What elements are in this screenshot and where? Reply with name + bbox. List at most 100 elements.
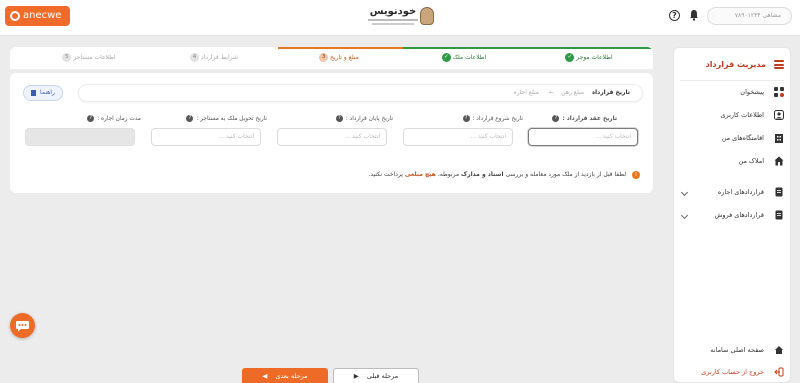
- previous-step-button[interactable]: مرحله قبلی ▶: [333, 368, 419, 383]
- sidebar-item-dashboard[interactable]: پیشخوان: [678, 84, 786, 100]
- chat-bubble-icon: [16, 321, 29, 332]
- check-icon: ✓: [441, 53, 451, 62]
- step-label: شرایط قرارداد: [200, 54, 238, 61]
- field-label-rent-duration: مدت زمان اجاره :?: [87, 115, 141, 122]
- label-text: تاریخ تحویل ملک به مستاجر :: [196, 116, 267, 122]
- logout-icon: [774, 367, 784, 377]
- notice-text: لطفا قبل از بازدید از ملک مورد معامله و …: [505, 171, 627, 178]
- question-icon[interactable]: ?: [462, 115, 470, 122]
- recorder-badge-label: anecwe: [23, 10, 62, 21]
- contract-date-form-card: راهنما تاریخ قرارداد ← مبلغ رهن ← مبلغ ا…: [10, 73, 653, 193]
- sidebar-item-label: قراردادهای فروش: [714, 211, 764, 219]
- rent-duration-input: [25, 128, 135, 146]
- notice-text: مربوطه،: [437, 171, 460, 178]
- notice-text: پرداخت نکنید.: [368, 171, 403, 178]
- step-landlord-info[interactable]: اطلاعات موجر ✓: [525, 47, 650, 69]
- sidebar-item-home[interactable]: صفحه اصلی سامانه: [678, 342, 786, 358]
- question-icon[interactable]: ?: [87, 115, 95, 122]
- sub-step-breadcrumb: تاریخ قرارداد ← مبلغ رهن ← مبلغ اجاره: [78, 84, 643, 102]
- menu-icon[interactable]: [774, 60, 784, 69]
- contract-management-sidebar: مدیریت قرارداد پیشخوان اطلاعات کاربری اق…: [673, 47, 791, 383]
- book-icon: [31, 89, 37, 96]
- step-number: 3: [319, 53, 329, 62]
- sidebar-title: مدیریت قرارداد: [705, 60, 766, 69]
- field-label-delivery-date: تاریخ تحویل ملک به مستاجر :?: [186, 115, 267, 122]
- breadcrumb-deposit-amount[interactable]: مبلغ رهن: [561, 85, 584, 101]
- sidebar-item-label: املاک من: [738, 157, 764, 165]
- question-icon[interactable]: ?: [335, 115, 343, 122]
- user-account-pill[interactable]: مشاهی ۷۸۹۰۱۲۳۴: [707, 7, 792, 25]
- house-icon: [774, 156, 784, 166]
- document-icon: [775, 210, 783, 220]
- step-label: اطلاعات مستاجر: [73, 54, 116, 61]
- info-icon: !: [632, 170, 640, 179]
- help-icon[interactable]: ?: [669, 10, 680, 21]
- notice-emphasis: اسناد و مدارک: [461, 171, 504, 178]
- payment-warning-notice: ! لطفا قبل از بازدید از ملک مورد معامله …: [10, 169, 640, 181]
- label-text: مدت زمان اجاره :: [97, 116, 141, 122]
- question-icon[interactable]: ?: [552, 115, 560, 122]
- chevron-down-icon[interactable]: [680, 188, 689, 197]
- chat-support-button[interactable]: [10, 313, 35, 338]
- sidebar-item-rental-contracts[interactable]: قراردادهای اجاره: [678, 184, 786, 200]
- label-text: تاریخ پایان قرارداد :: [345, 116, 393, 122]
- record-icon: [10, 11, 20, 21]
- building-icon: [775, 134, 783, 143]
- field-label-contract-signing-date: تاریخ عقد قرارداد :?: [552, 115, 617, 122]
- divider: [680, 80, 784, 81]
- sidebar-item-label: صفحه اصلی سامانه: [710, 346, 764, 354]
- step-property-info[interactable]: اطلاعات ملک ✓: [400, 47, 525, 69]
- sidebar-item-my-residences[interactable]: اقامتگاه‌های من: [678, 130, 786, 146]
- step-number: 4: [190, 53, 200, 62]
- home-icon: [775, 346, 783, 354]
- step-label: اطلاعات موجر: [576, 54, 613, 61]
- guide-button-label: راهنما: [40, 89, 55, 96]
- top-header: anecwe خودنویس ? مشاهی ۷۸۹۰۱۲۳۴: [0, 0, 800, 36]
- sidebar-item-label: قراردادهای اجاره: [717, 188, 764, 196]
- sidebar-item-my-properties[interactable]: املاک من: [678, 153, 786, 169]
- sidebar-item-label: اقامتگاه‌های من: [721, 134, 764, 142]
- breadcrumb-contract-date[interactable]: تاریخ قرارداد: [592, 85, 630, 101]
- document-icon: [775, 187, 783, 197]
- start-date-input[interactable]: انتخاب کنید ...: [403, 128, 513, 146]
- sidebar-item-label: خروج از حساب کاربری: [701, 368, 764, 376]
- next-step-button[interactable]: مرحله بعدی ◀: [242, 368, 328, 383]
- chevron-down-icon[interactable]: [680, 211, 689, 220]
- label-text: تاریخ شروع قرارداد :: [472, 116, 523, 122]
- step-amount-date[interactable]: مبلغ و تاریخ 3: [275, 47, 400, 69]
- recorder-badge[interactable]: anecwe: [5, 6, 70, 26]
- question-icon[interactable]: ?: [186, 115, 194, 122]
- sidebar-item-label: اطلاعات کاربری: [720, 111, 764, 119]
- next-step-label: مرحله بعدی: [275, 372, 308, 380]
- sidebar-item-logout[interactable]: خروج از حساب کاربری: [678, 364, 786, 380]
- logo-text: خودنویس: [369, 6, 417, 17]
- check-icon: ✓: [565, 53, 575, 62]
- sidebar-item-label: پیشخوان: [740, 88, 764, 96]
- field-label-start-date: تاریخ شروع قرارداد :?: [462, 115, 523, 122]
- site-logo[interactable]: خودنویس: [366, 5, 436, 29]
- logo-tagline-line: [368, 19, 418, 21]
- step-tenant-info[interactable]: اطلاعات مستاجر 5: [25, 47, 150, 69]
- guide-button[interactable]: راهنما: [23, 85, 63, 101]
- breadcrumb-rent-amount[interactable]: مبلغ اجاره: [514, 85, 539, 101]
- logo-tagline-line: [372, 23, 414, 25]
- sidebar-item-user-info[interactable]: اطلاعات کاربری: [678, 107, 786, 123]
- dashboard-icon: [774, 87, 784, 97]
- arrow-right-icon: ▶: [353, 372, 359, 380]
- sidebar-item-sale-contracts[interactable]: قراردادهای فروش: [678, 207, 786, 223]
- previous-step-label: مرحله قبلی: [366, 372, 399, 380]
- step-contract-terms[interactable]: شرایط قرارداد 4: [150, 47, 275, 69]
- contract-signing-date-input[interactable]: انتخاب کنید ...: [528, 128, 638, 146]
- step-label: مبلغ و تاریخ: [330, 54, 359, 61]
- arrow-left-icon: ←: [591, 89, 597, 96]
- bell-icon[interactable]: [689, 9, 699, 21]
- delivery-date-input[interactable]: انتخاب کنید ...: [151, 128, 261, 146]
- user-icon: [774, 110, 784, 120]
- step-number: 5: [62, 53, 72, 62]
- arrow-left-icon: ◀: [262, 372, 268, 380]
- field-label-end-date: تاریخ پایان قرارداد :?: [335, 115, 393, 122]
- step-label: اطلاعات ملک: [452, 54, 487, 61]
- label-text: تاریخ عقد قرارداد :: [562, 116, 617, 122]
- end-date-input[interactable]: انتخاب کنید ...: [277, 128, 387, 146]
- arrow-left-icon: ←: [548, 89, 554, 96]
